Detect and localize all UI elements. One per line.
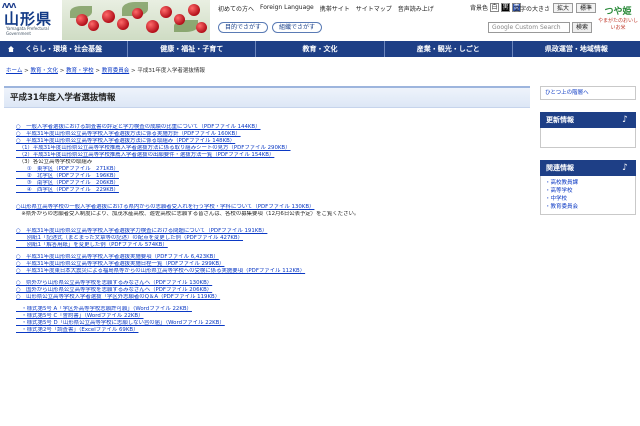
right-sidebar: ひとつ上の階層へ 更新情報 ♪ 関連情報 ♪ ・高校教員課 ・高等学校 ・中学校… [540,86,636,215]
global-nav: くらし・環境・社会基盤 健康・福祉・子育て 教育・文化 産業・観光・しごと 県政… [0,41,640,57]
breadcrumb-sep: > [93,68,102,74]
bg-black-button[interactable]: 黒 [501,3,511,12]
search-mode-buttons: 目的でさがす 組織でさがす [218,22,323,33]
form-link[interactable]: ・様式第5号 C「誓約書」（Wordファイル 22KB） [16,313,143,319]
updates-body [540,128,636,148]
related-link-junior-high[interactable]: ・中学校 [545,195,631,203]
doc-link[interactable]: ○ 平成31年度山形県公立高等学校入学者選抜方法に係る取組み（PDFファイル 1… [16,138,235,144]
page-title: 平成31年度入学者選抜情報 [10,93,116,103]
site-header: ΛΛΛ 山形県 Yamagata Prefectural Government … [0,0,640,40]
top-link-mobile[interactable]: 携帯サイト [320,4,350,14]
breadcrumb-education-school[interactable]: 教育・学校 [66,68,94,74]
breadcrumb-home[interactable]: ホーム [6,68,22,74]
nav-item-government[interactable]: 県政運営・地域情報 [513,41,640,57]
site-logo[interactable]: ΛΛΛ 山形県 Yamagata Prefectural Government [2,2,62,38]
search-button[interactable]: 検索 [572,22,592,33]
up-one-level-link[interactable]: ひとつ上の階層へ [545,90,589,96]
district-link-east[interactable]: ① 東学区（PDFファイル 271KB） [16,166,119,172]
nav-item-education[interactable]: 教育・文化 [256,41,385,57]
bg-color-label: 背景色 [470,5,489,12]
breadcrumb-education-culture[interactable]: 教育・文化 [30,68,58,74]
subheading-school-initiatives: （3）各公立高等学校の取組み [16,159,93,165]
doc-link[interactable]: 別紙1「記述式（まとまった文章等の記述）の配点を変更した例（PDFファイル 42… [16,235,243,241]
music-note-icon: ♪ [622,115,628,125]
font-size-controls: 文字の大きさ 拡大 標準 [514,3,597,13]
nav-item-industry[interactable]: 産業・観光・しごと [385,41,513,57]
breadcrumb-current: 平成31年度入学者選抜情報 [137,68,205,74]
doc-link[interactable]: ○山形県立高等学校の一般入学者選抜における県内からの志願者受入れを行う学校・学科… [16,204,314,210]
music-note-icon: ♪ [622,163,628,173]
doc-link[interactable]: ○ 平成31年度東日本大震災による福島県等からの山形県立高等学校への受検に係る実… [16,268,305,274]
form-link[interactable]: ・様式第5号 D「山形県公立高等学校に志願しない旨の届」（Wordファイル 22… [16,320,224,326]
doc-link[interactable]: ○ 県外から山形県公立高等学校を志願するみなさんへ（PDFファイル 130KB） [16,280,212,286]
doc-link[interactable]: ○ 平成31年度山形県公立高等学校入学者選抜方法に係る実施方針（PDFファイル … [16,131,241,137]
district-link-south[interactable]: ③ 南学区（PDFファイル 206KB） [16,180,119,186]
district-link-west[interactable]: ④ 西学区（PDFファイル 229KB） [16,187,119,193]
form-link[interactable]: ・様式第5号 A「学区外高等学校志願許可願」（Wordファイル 22KB） [16,306,192,312]
search-by-purpose-button[interactable]: 目的でさがす [218,22,269,33]
related-header: 関連情報 ♪ [540,160,636,176]
related-title: 関連情報 [546,164,574,172]
page-title-bar: 平成31年度入学者選抜情報 [4,86,530,108]
nav-item-living[interactable]: くらし・環境・社会基盤 [0,41,129,57]
nav-item-health[interactable]: 健康・福祉・子育て [128,41,257,57]
up-one-level-box: ひとつ上の階層へ [540,86,636,100]
cherry-banner-image [62,0,210,40]
header-top-links: 初めての方へ Foreign Language 携帯サイト サイトマップ 音声読… [218,4,434,14]
font-larger-button[interactable]: 拡大 [553,3,574,13]
top-link-foreign-language[interactable]: Foreign Language [260,4,314,14]
font-standard-button[interactable]: 標準 [576,3,597,13]
tsuyahime-banner[interactable]: つや姫 やまがたのおいしいお米 [596,4,640,38]
breadcrumb-board[interactable]: 教育委員会 [102,68,130,74]
note-text: ※県外からの志願者受入制度により、加茂水産高校、遊佐高校に志願する皆さんは、各校… [16,211,360,217]
doc-link[interactable]: ○ 平成31年度山形県公立高等学校入学者選抜実施日程一覧（PDFファイル 299… [16,261,224,267]
app-root: ΛΛΛ 山形県 Yamagata Prefectural Government … [0,0,640,426]
search-input[interactable]: Google Custom Search [488,22,570,33]
doc-link[interactable]: （2）平成31年度山形県公立高等学校推薦入学者選抜の出願要件・選抜方法一覧（PD… [16,152,274,158]
top-link-read-aloud[interactable]: 音声読み上げ [398,4,434,14]
doc-link[interactable]: 別紙1「解答用紙」を変更した例（PDFファイル 574KB） [16,242,168,248]
doc-link[interactable]: （1）平成31年度山形県公立高等学校推薦入学者選抜方法に係る取り組みシートの見方… [16,145,290,151]
main-content: ○ 一般入学者選抜における調査書の評定と学力検査の成績の比重について（PDFファ… [16,124,532,334]
mascot-name: つや姫 [604,7,632,17]
top-link-first-visit[interactable]: 初めての方へ [218,4,254,14]
related-link-high-school-teachers[interactable]: ・高校教員課 [545,179,631,187]
breadcrumb-sep: > [57,68,67,74]
updates-title: 更新情報 [546,116,574,124]
search-by-organization-button[interactable]: 組織でさがす [272,22,323,33]
related-links: ・高校教員課 ・高等学校 ・中学校 ・教育委員会 [540,176,636,215]
font-size-label: 文字の大きさ [514,5,551,13]
doc-link[interactable]: ○ 一般入学者選抜における調査書の評定と学力検査の成績の比重について（PDFファ… [16,124,261,130]
logo-subtitle: Yamagata Prefectural Government [6,26,49,36]
district-link-north[interactable]: ② 北学区（PDFファイル 196KB） [16,173,119,179]
doc-link[interactable]: ○ 山形県公立高等学校入学者選抜「学区外志願者のQ＆A（PDFファイル 119K… [16,294,220,300]
doc-link[interactable]: ○ 平成31年度山形県公立高等学校入学者選抜学力検査における問題について（PDF… [16,228,267,234]
doc-link[interactable]: ○ 平成31年度山形県公立高等学校入学者選抜実施要項（PDFファイル 6,423… [16,254,219,260]
mascot-subtitle: やまがたのおいしいお米 [597,18,638,31]
related-link-high-school[interactable]: ・高等学校 [545,187,631,195]
related-link-board-of-education[interactable]: ・教育委員会 [545,203,631,211]
form-link[interactable]: ・様式第2号「調査書」（Excelファイル 69KB） [16,327,138,333]
bg-white-button[interactable]: 白 [490,3,500,12]
doc-link[interactable]: ○ 国外から山形県公立高等学校を志願するみなさんへ（PDFファイル 206KB） [16,287,212,293]
breadcrumb: ホーム > 教育・文化 > 教育・学校 > 教育委員会 > 平成31年度入学者選… [6,66,205,74]
top-link-sitemap[interactable]: サイトマップ [356,4,392,14]
updates-header: 更新情報 ♪ [540,112,636,128]
